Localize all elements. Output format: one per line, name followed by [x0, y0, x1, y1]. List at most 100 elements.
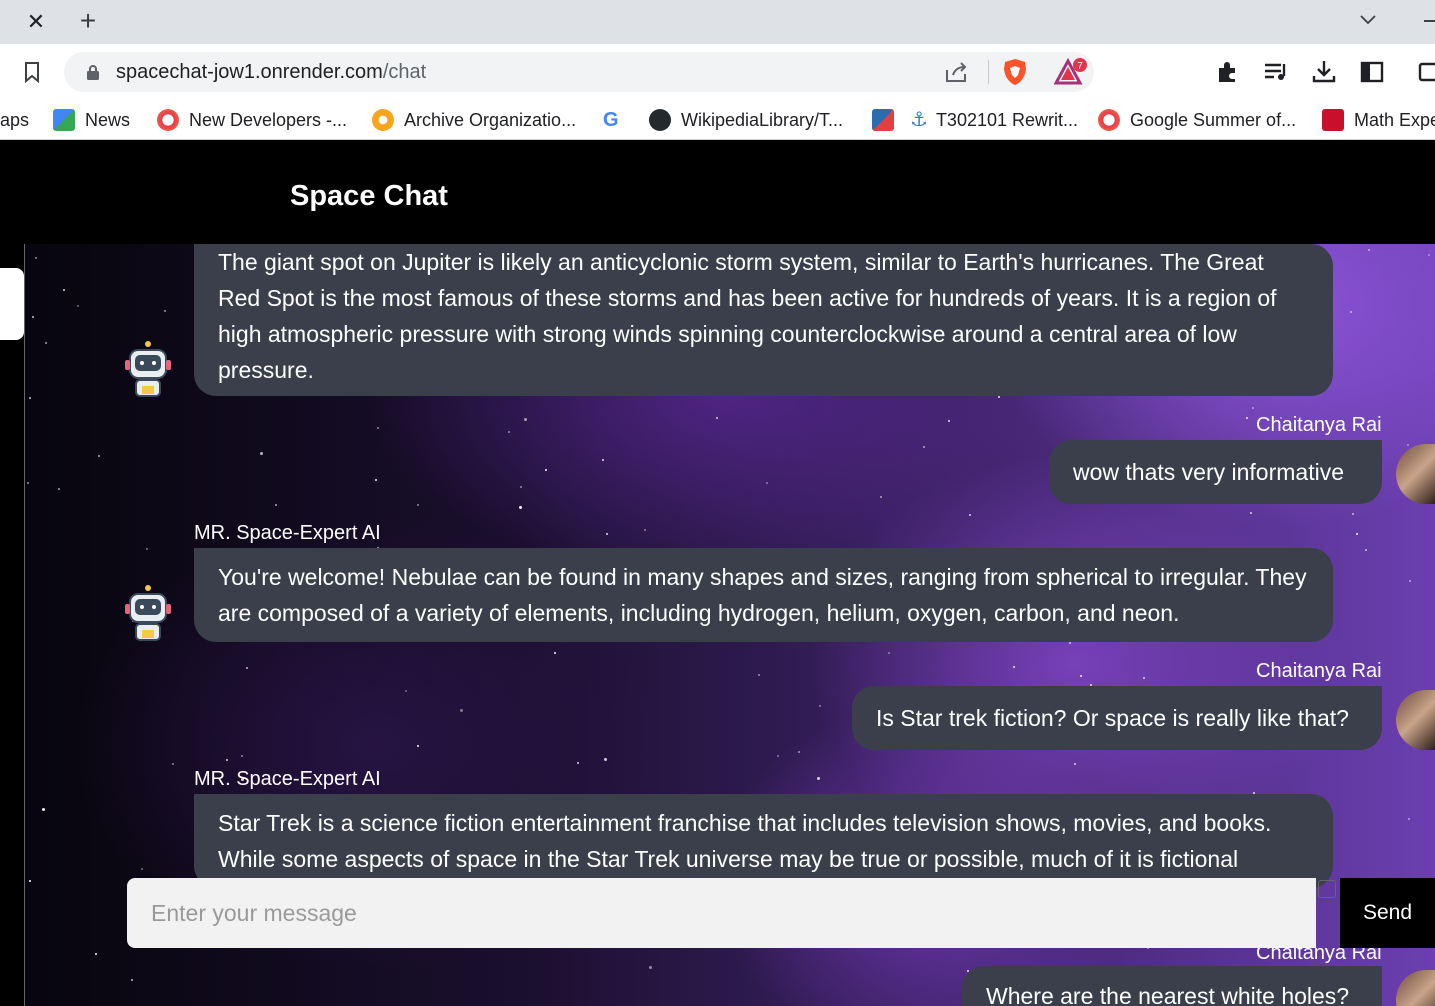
- star-decoration: [1080, 675, 1082, 677]
- message-sender: MR. Space-Expert AI: [194, 768, 381, 790]
- bookmark-icon[interactable]: [20, 60, 44, 84]
- phabricator-icon: [872, 109, 894, 131]
- bookmark-wikipedia-library[interactable]: WikipediaLibrary/T...: [649, 100, 843, 140]
- star-decoration: [777, 755, 779, 757]
- star-decoration: [758, 674, 760, 676]
- omnibox-separator: [988, 60, 989, 84]
- star-decoration: [508, 431, 510, 433]
- tab-search-chevron-icon[interactable]: [1354, 10, 1382, 34]
- brave-shields-icon[interactable]: [1002, 57, 1028, 87]
- star-decoration: [29, 880, 31, 882]
- star-decoration: [417, 504, 419, 506]
- star-decoration: [32, 316, 34, 318]
- browser-toolbar: spacechat-jow1.onrender.com/chat 7: [0, 44, 1435, 100]
- extensions-icon[interactable]: [1214, 58, 1242, 86]
- star-decoration: [146, 548, 148, 550]
- star-decoration: [29, 397, 31, 399]
- side-panel-tab[interactable]: [0, 268, 24, 340]
- gsoc-icon: [1098, 109, 1120, 131]
- bookmark-phabricator[interactable]: [872, 100, 904, 140]
- rewards-badge: 7: [1077, 61, 1083, 72]
- wallet-icon[interactable]: [1416, 58, 1435, 86]
- star-decoration: [716, 417, 718, 419]
- star-decoration: [923, 446, 925, 448]
- bookmark-gsoc[interactable]: Google Summer of...: [1098, 100, 1296, 140]
- star-decoration: [260, 452, 263, 455]
- sidebar-icon[interactable]: [1358, 58, 1386, 86]
- bookmark-news[interactable]: News: [53, 100, 130, 140]
- bot-avatar: [122, 584, 174, 646]
- bookmark-archive[interactable]: Archive Organizatio...: [372, 100, 576, 140]
- star-decoration: [604, 758, 607, 761]
- share-icon[interactable]: [944, 60, 970, 84]
- news-icon: [53, 109, 75, 131]
- star-decoration: [1368, 249, 1370, 251]
- message-bubble: Star Trek is a science fiction entertain…: [194, 794, 1333, 888]
- message-text: Is Star trek fiction? Or space is really…: [876, 705, 1349, 731]
- star-decoration: [35, 257, 37, 259]
- star-decoration: [246, 667, 248, 669]
- star-decoration: [1143, 677, 1145, 679]
- star-decoration: [377, 427, 379, 429]
- user-avatar: [1396, 444, 1435, 504]
- star-decoration: [649, 966, 652, 969]
- bot-avatar: [122, 340, 174, 402]
- bookmark-t302101[interactable]: ⚓ T302101 Rewrit...: [910, 100, 1078, 140]
- star-decoration: [545, 469, 547, 471]
- bookmark-google[interactable]: G: [603, 100, 619, 140]
- message-input-container: [127, 878, 1316, 948]
- message-text: Star Trek is a science fiction entertain…: [218, 810, 1272, 872]
- bookmark-math[interactable]: Math Expe: [1322, 100, 1435, 140]
- star-decoration: [77, 305, 79, 307]
- star-decoration: [275, 504, 277, 506]
- url-host: spacechat-jow1.onrender.com: [116, 61, 383, 83]
- star-decoration: [888, 652, 890, 654]
- star-decoration: [226, 759, 228, 761]
- star-decoration: [880, 496, 882, 498]
- github-icon: [649, 109, 671, 131]
- star-decoration: [405, 690, 407, 692]
- bookmark-label: Math Expe: [1354, 110, 1435, 130]
- star-decoration: [131, 979, 133, 981]
- message-bubble: Where are the nearest white holes?: [962, 966, 1382, 1006]
- outreachy-icon: [157, 109, 179, 131]
- grammar-extension-icon[interactable]: [1318, 880, 1336, 898]
- message-input[interactable]: [127, 878, 1316, 948]
- star-decoration: [1408, 818, 1410, 820]
- bookmark-apps[interactable]: aps: [0, 100, 29, 140]
- star-decoration: [1350, 311, 1352, 313]
- message-sender: Chaitanya Rai: [1256, 414, 1382, 436]
- close-tab-icon[interactable]: ✕: [22, 8, 50, 36]
- url-path: /chat: [382, 61, 427, 83]
- star-decoration: [969, 514, 971, 516]
- new-tab-icon[interactable]: +: [74, 6, 102, 36]
- minimize-icon[interactable]: [1424, 20, 1435, 22]
- star-decoration: [1252, 407, 1254, 409]
- bookmark-label: News: [85, 110, 131, 130]
- reading-list-icon[interactable]: [1262, 58, 1290, 86]
- message-sender: MR. Space-Expert AI: [194, 522, 381, 544]
- bookmark-label: New Developers -...: [189, 110, 348, 130]
- download-icon[interactable]: [1310, 58, 1338, 86]
- star-decoration: [554, 652, 556, 654]
- star-decoration: [63, 289, 65, 291]
- star-decoration: [577, 762, 579, 764]
- star-decoration: [1069, 642, 1071, 644]
- star-decoration: [817, 777, 820, 780]
- send-button[interactable]: Send: [1340, 878, 1435, 948]
- message-bubble: wow thats very informative: [1049, 440, 1382, 504]
- url-text: spacechat-jow1.onrender.com/chat: [116, 52, 426, 92]
- app-title: Space Chat: [290, 180, 448, 212]
- star-decoration: [172, 763, 174, 765]
- star-decoration: [1409, 580, 1411, 582]
- brave-rewards-icon[interactable]: 7: [1053, 57, 1088, 87]
- bookmark-new-developers[interactable]: New Developers -...: [157, 100, 347, 140]
- anchor-icon: ⚓: [910, 109, 928, 131]
- star-decoration: [164, 310, 166, 312]
- lock-icon[interactable]: [86, 64, 100, 80]
- star-decoration: [98, 455, 100, 457]
- address-bar[interactable]: spacechat-jow1.onrender.com/chat 7: [64, 52, 1094, 92]
- star-decoration: [1352, 513, 1354, 515]
- star-decoration: [1356, 533, 1358, 535]
- star-decoration: [1074, 763, 1076, 765]
